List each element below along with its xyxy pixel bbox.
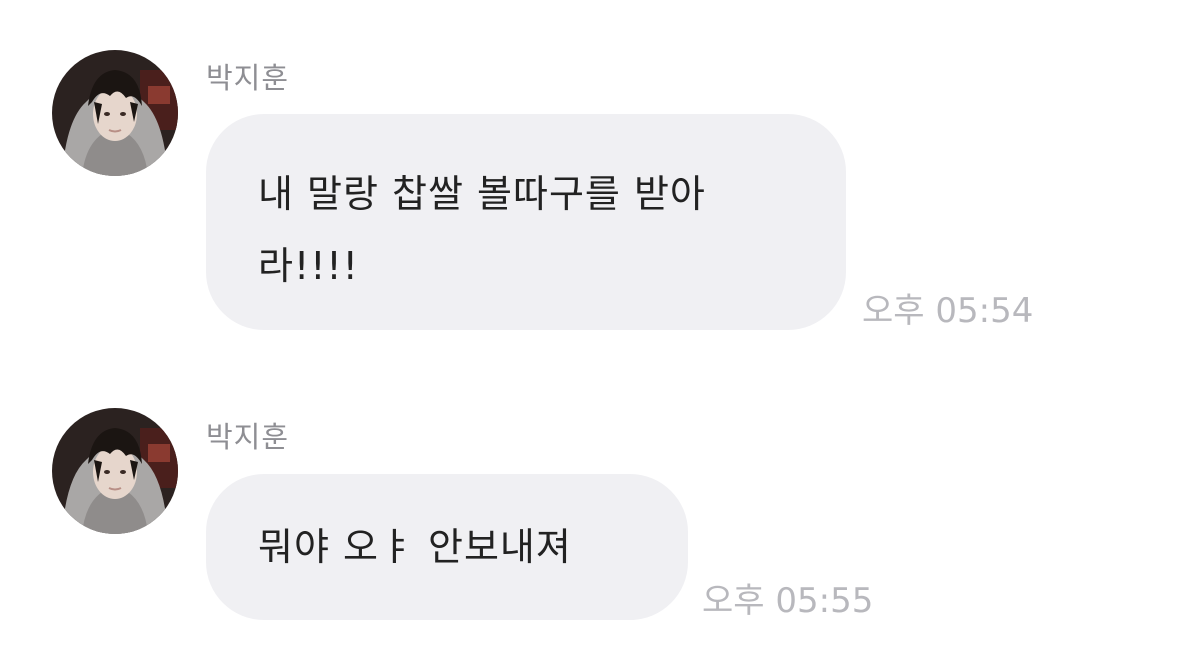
- sender-avatar[interactable]: [52, 50, 178, 176]
- message-timestamp: 오후 05:54: [862, 291, 1034, 331]
- profile-photo-icon: [52, 50, 178, 176]
- chat-message: 박지훈 내 말랑 찹쌀 볼따구를 받아라!!!! 오후 05:54: [0, 0, 1200, 340]
- sender-name: 박지훈: [206, 61, 290, 95]
- sender-name: 박지훈: [206, 420, 290, 454]
- profile-photo-icon: [52, 408, 178, 534]
- message-text: 뭐야 오ㅑ 안보내져: [258, 525, 572, 569]
- sender-avatar[interactable]: [52, 408, 178, 534]
- message-bubble[interactable]: 내 말랑 찹쌀 볼따구를 받아라!!!!: [206, 114, 846, 330]
- chat-message: 박지훈 뭐야 오ㅑ 안보내져 오후 05:55: [0, 340, 1200, 640]
- message-bubble[interactable]: 뭐야 오ㅑ 안보내져: [206, 474, 688, 620]
- chat-screen: 박지훈 내 말랑 찹쌀 볼따구를 받아라!!!! 오후 05:54 박지훈 뭐야…: [0, 0, 1200, 654]
- message-timestamp: 오후 05:55: [702, 581, 874, 621]
- message-text: 내 말랑 찹쌀 볼따구를 받아라!!!!: [258, 172, 706, 288]
